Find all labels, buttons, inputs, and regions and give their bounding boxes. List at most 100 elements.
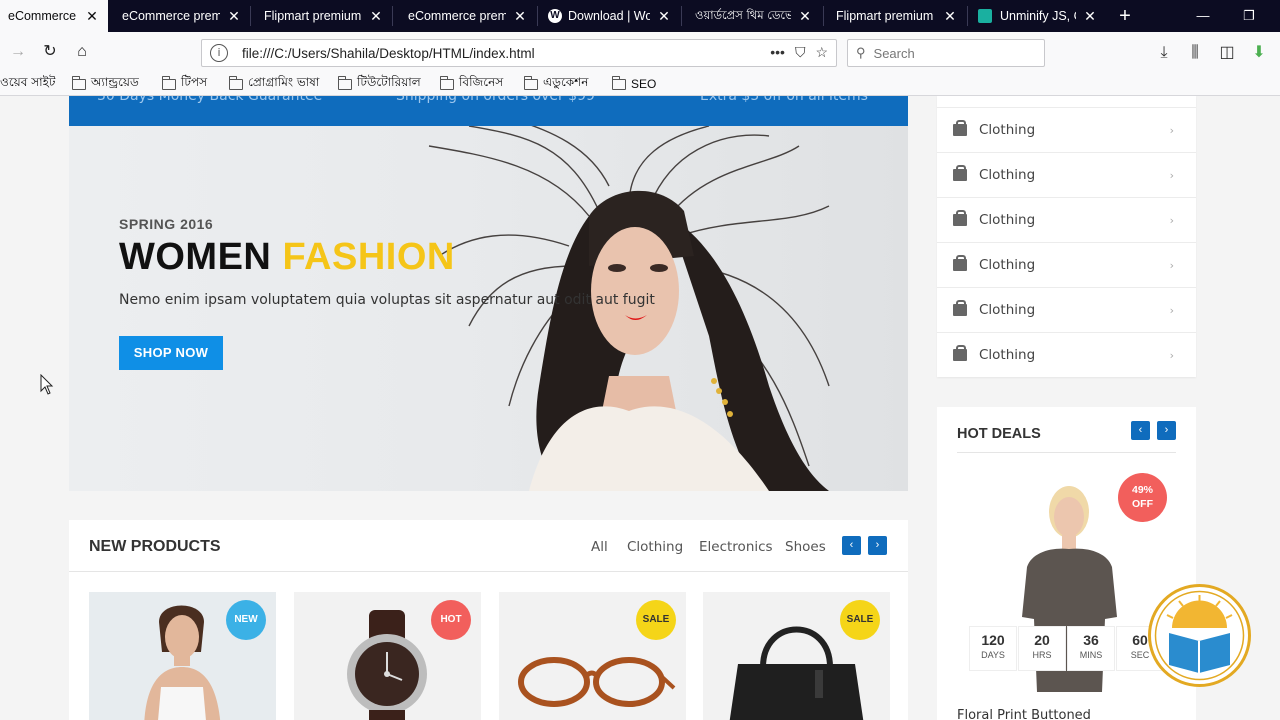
product-badge: SALE bbox=[636, 600, 676, 640]
category-menu: Clothing › Clothing › Clothing › Clothin… bbox=[937, 96, 1196, 377]
shopping-bag-icon bbox=[953, 165, 967, 181]
prev-arrow-icon[interactable]: ‹ bbox=[842, 536, 861, 555]
countdown-value: 20 bbox=[1034, 632, 1050, 648]
category-item[interactable]: Clothing › bbox=[937, 287, 1196, 332]
tab-2[interactable]: Flipmart premium H ✕ bbox=[252, 0, 392, 32]
product-card[interactable]: NEW bbox=[89, 592, 276, 720]
category-label: Clothing bbox=[979, 212, 1036, 228]
shop-now-button[interactable]: SHOP NOW bbox=[119, 336, 223, 370]
product-card[interactable]: HOT bbox=[294, 592, 481, 720]
reload-icon[interactable]: ↻ bbox=[38, 40, 62, 64]
tab-1[interactable]: eCommerce premium ✕ bbox=[110, 0, 250, 32]
bookmark-folder[interactable]: টিপস bbox=[162, 75, 207, 93]
countdown-value: 36 bbox=[1083, 632, 1099, 648]
extension-icon[interactable]: ⬇ bbox=[1246, 40, 1272, 66]
bookmark-folder[interactable]: বিজিনেস bbox=[440, 75, 503, 93]
filter-tab-clothing[interactable]: Clothing bbox=[627, 539, 683, 555]
filter-tab-electronics[interactable]: Electronics bbox=[699, 539, 773, 555]
prev-arrow-icon[interactable]: ‹ bbox=[1131, 421, 1150, 440]
chevron-right-icon: › bbox=[1169, 213, 1174, 227]
discount-badge: 49% OFF bbox=[1118, 473, 1167, 522]
filter-tab-all[interactable]: All bbox=[591, 539, 608, 555]
library-icon[interactable]: ⫼ bbox=[1182, 40, 1208, 66]
category-item[interactable]: Clothing › bbox=[937, 152, 1196, 197]
model-photo bbox=[428, 126, 830, 491]
new-tab-icon[interactable]: + bbox=[1112, 0, 1138, 32]
folder-icon bbox=[440, 75, 454, 90]
category-label: Clothing bbox=[979, 122, 1036, 138]
category-label: Clothing bbox=[979, 347, 1036, 363]
close-tab-icon[interactable]: ✕ bbox=[368, 8, 384, 25]
restore-icon[interactable]: ❐ bbox=[1226, 0, 1272, 32]
folder-icon bbox=[229, 75, 243, 90]
folder-icon bbox=[524, 75, 538, 90]
close-tab-icon[interactable]: ✕ bbox=[226, 8, 242, 25]
search-placeholder: Search bbox=[873, 45, 915, 61]
tab-0[interactable]: eCommerce premium ✕ bbox=[0, 0, 108, 32]
deal-product-name[interactable]: Floral Print Buttoned bbox=[957, 708, 1091, 720]
shopping-bag-icon bbox=[953, 210, 967, 226]
tab-title: Download | Wo bbox=[568, 9, 650, 23]
close-tab-icon[interactable]: ✕ bbox=[512, 8, 528, 25]
product-badge: HOT bbox=[431, 600, 471, 640]
bookmark-folder[interactable]: এডুকেশন bbox=[524, 75, 588, 93]
bookmark-label: টিপস bbox=[181, 75, 208, 89]
close-tab-icon[interactable]: ✕ bbox=[84, 8, 100, 25]
bookmark-folder[interactable]: অ্যান্ড্রয়েড bbox=[72, 75, 139, 93]
headline-accent: FASHION bbox=[282, 236, 455, 278]
url-bar[interactable]: i file:///C:/Users/Shahila/Desktop/HTML/… bbox=[201, 39, 837, 67]
search-input[interactable]: ⚲ Search bbox=[847, 39, 1045, 67]
category-item[interactable]: Clothing › bbox=[937, 197, 1196, 242]
product-badge: SALE bbox=[840, 600, 880, 640]
bookmark-item[interactable]: ওয়েব সাইট bbox=[0, 75, 55, 93]
product-badge: NEW bbox=[226, 600, 266, 640]
shopping-bag-icon bbox=[953, 255, 967, 271]
countdown-hours: 20 HRS bbox=[1018, 626, 1066, 671]
close-tab-icon[interactable]: ✕ bbox=[1082, 8, 1098, 25]
next-arrow-icon[interactable]: › bbox=[1157, 421, 1176, 440]
bookmarks-bar: ওয়েব সাইট অ্যান্ড্রয়েড টিপস প্রোগ্রামি… bbox=[0, 72, 1280, 96]
browser-chrome: eCommerce premium ✕ eCommerce premium ✕ … bbox=[0, 0, 1280, 96]
home-icon[interactable]: ⌂ bbox=[70, 40, 94, 64]
bookmark-folder[interactable]: SEO bbox=[612, 75, 656, 93]
bookmark-label: ওয়েব সাইট bbox=[0, 75, 56, 89]
category-item[interactable]: Clothing › bbox=[937, 242, 1196, 287]
close-tab-icon[interactable]: ✕ bbox=[942, 8, 958, 25]
product-card[interactable]: SALE bbox=[703, 592, 890, 720]
countdown-unit: HRS bbox=[1032, 650, 1052, 660]
tab-3[interactable]: eCommerce premiu ✕ bbox=[396, 0, 536, 32]
tab-6[interactable]: Flipmart premium H ✕ bbox=[824, 0, 966, 32]
hero-kicker: SPRING 2016 bbox=[119, 216, 214, 232]
category-item[interactable]: Clothing › bbox=[937, 332, 1196, 377]
hero-subtitle: Nemo enim ipsam voluptatem quia voluptas… bbox=[119, 292, 655, 308]
chevron-right-icon: › bbox=[1169, 123, 1174, 137]
tab-4[interactable]: W Download | Wo ✕ bbox=[540, 0, 680, 32]
product-card[interactable]: SALE bbox=[499, 592, 686, 720]
close-tab-icon[interactable]: ✕ bbox=[656, 8, 672, 25]
folder-icon bbox=[338, 75, 352, 90]
page-actions-icon[interactable]: ••• bbox=[770, 44, 785, 61]
divider bbox=[957, 452, 1176, 453]
back-icon[interactable]: → bbox=[6, 40, 30, 64]
url-text: file:///C:/Users/Shahila/Desktop/HTML/in… bbox=[242, 45, 535, 61]
minimize-icon[interactable]: — bbox=[1180, 0, 1226, 32]
sidebar-icon[interactable]: ◫ bbox=[1214, 40, 1240, 66]
next-arrow-icon[interactable]: › bbox=[868, 536, 887, 555]
close-tab-icon[interactable]: ✕ bbox=[797, 8, 813, 25]
info-strip: 30 Days Money Back Guarantee Shipping on… bbox=[69, 96, 908, 126]
tab-5[interactable]: ওয়ার্ডপ্রেস থিম ডেভে ✕ bbox=[683, 0, 821, 32]
bookmark-folder[interactable]: টিউটোরিয়াল bbox=[338, 75, 421, 93]
filter-tab-shoes[interactable]: Shoes bbox=[785, 539, 826, 555]
bookmark-folder[interactable]: প্রোগ্রামিং ভাষা bbox=[229, 75, 319, 93]
category-item[interactable]: Clothing › bbox=[937, 107, 1196, 152]
site-info-icon[interactable]: i bbox=[210, 44, 228, 62]
new-products-section: NEW PRODUCTS All Clothing Electronics Sh… bbox=[69, 520, 908, 720]
tab-7[interactable]: Unminify JS, CS ✕ bbox=[970, 0, 1106, 32]
tab-title: eCommerce premium bbox=[8, 9, 78, 23]
divider bbox=[69, 571, 908, 572]
download-icon[interactable]: ⤓ bbox=[1151, 40, 1177, 66]
bookmark-star-icon[interactable]: ☆ bbox=[815, 44, 828, 61]
chevron-right-icon: › bbox=[1169, 168, 1174, 182]
pocket-icon[interactable]: ⛉ bbox=[795, 44, 806, 61]
hero-headline: WOMEN FASHION bbox=[119, 236, 455, 279]
